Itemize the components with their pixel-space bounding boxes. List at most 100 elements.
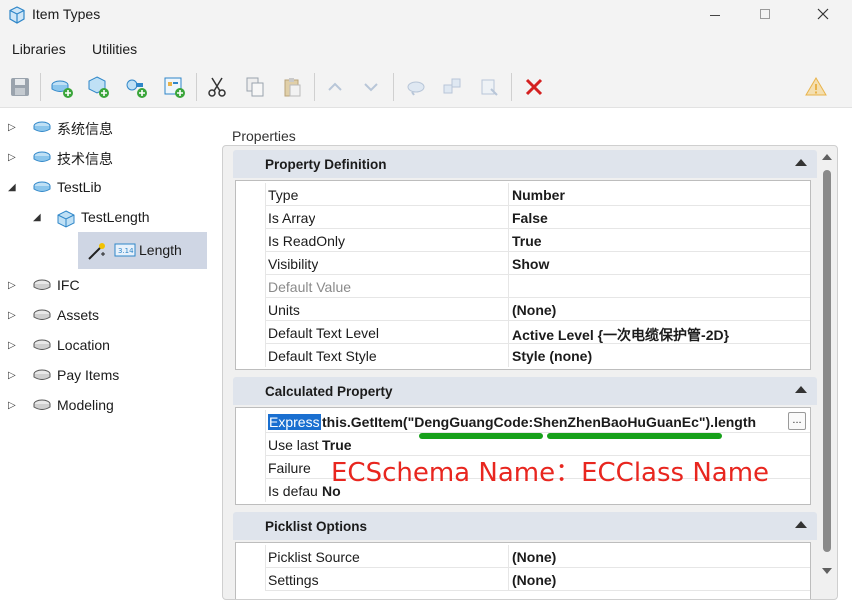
property-name: Express — [268, 414, 321, 430]
property-row[interactable]: Default Text Level Active Level {一次电缆保护管… — [236, 321, 810, 344]
toolbar-separator — [196, 73, 197, 101]
property-value[interactable]: Style (none) — [512, 348, 592, 364]
paste-icon[interactable] — [280, 75, 304, 99]
expand-arrow-icon[interactable]: ▷ — [8, 370, 16, 381]
tree-item-label: IFC — [57, 277, 80, 293]
add-item-type-icon[interactable] — [86, 75, 110, 99]
tree-item-jishu[interactable]: ▷ 技术信息 — [0, 144, 200, 172]
property-value[interactable]: True — [322, 437, 352, 453]
property-value[interactable]: True — [512, 233, 542, 249]
collapse-arrow-icon[interactable]: ◢ — [33, 212, 41, 223]
properties-title: Properties — [232, 128, 296, 144]
library-icon — [32, 150, 52, 169]
section-calculated-property[interactable]: Calculated Property — [233, 377, 817, 405]
property-name: Default Text Level — [268, 325, 380, 341]
tree-item-label: Modeling — [57, 397, 114, 413]
property-row[interactable]: Default Text Style Style (none) — [236, 344, 810, 367]
property-row[interactable]: Is ReadOnly True — [236, 229, 810, 252]
property-row[interactable]: Type Number — [236, 183, 810, 206]
property-value[interactable]: Show — [512, 256, 549, 272]
attach-icon[interactable] — [404, 75, 428, 99]
import-icon[interactable] — [162, 75, 186, 99]
collapse-caret-icon[interactable] — [795, 159, 807, 166]
detach-icon[interactable] — [440, 75, 464, 99]
expression-value[interactable]: this.GetItem("DengGuangCode:ShenZhenBaoH… — [322, 414, 756, 430]
property-row[interactable]: Settings (None) — [236, 568, 810, 591]
save-icon[interactable] — [8, 75, 32, 99]
property-name: Type — [268, 187, 299, 203]
tree-item-xitong[interactable]: ▷ 系统信息 — [0, 114, 200, 142]
property-row[interactable]: Visibility Show — [236, 252, 810, 275]
relate-icon[interactable] — [477, 75, 501, 99]
row-gutter — [236, 344, 266, 367]
tree-item-length[interactable]: 3.14 Length — [78, 236, 207, 264]
property-row[interactable]: Units (None) — [236, 298, 810, 321]
maximize-icon — [760, 9, 770, 19]
property-row[interactable]: Express this.GetItem("DengGuangCode:Shen… — [236, 410, 810, 433]
expand-arrow-icon[interactable]: ▷ — [8, 122, 16, 133]
property-value[interactable]: False — [512, 210, 548, 226]
tree-item-modeling[interactable]: ▷ Modeling — [0, 392, 200, 420]
property-row[interactable]: Is Array False — [236, 206, 810, 229]
tree-item-label: 技术信息 — [57, 151, 113, 167]
move-up-icon[interactable] — [323, 75, 347, 99]
scroll-thumb[interactable] — [823, 170, 831, 552]
scroll-down-arrow-icon[interactable] — [822, 568, 832, 574]
property-value[interactable]: Active Level {一次电缆保护管-2D} — [512, 325, 729, 345]
expand-arrow-icon[interactable]: ▷ — [8, 400, 16, 411]
delete-icon[interactable] — [522, 75, 546, 99]
library-icon — [32, 338, 52, 357]
collapse-caret-icon[interactable] — [795, 521, 807, 528]
add-library-icon[interactable] — [50, 75, 74, 99]
properties-scrollbar[interactable] — [818, 150, 838, 582]
tree-item-assets[interactable]: ▷ Assets — [0, 302, 200, 330]
expand-arrow-icon[interactable]: ▷ — [8, 340, 16, 351]
expand-arrow-icon[interactable]: ▷ — [8, 280, 16, 291]
expand-arrow-icon[interactable]: ▷ — [8, 152, 16, 163]
copy-icon[interactable] — [243, 75, 267, 99]
tree-item-pay-items[interactable]: ▷ Pay Items — [0, 362, 200, 390]
row-gutter — [236, 229, 266, 252]
property-row[interactable]: Picklist Source (None) — [236, 545, 810, 568]
property-icon: 3.14 — [114, 242, 136, 261]
property-value[interactable]: (None) — [512, 549, 556, 565]
picklist-grid: Picklist Source (None) Settings (None) — [235, 542, 811, 599]
section-picklist-options[interactable]: Picklist Options — [233, 512, 817, 540]
row-gutter — [236, 456, 266, 479]
row-gutter — [236, 183, 266, 206]
column-divider — [508, 183, 509, 206]
item-type-icon — [56, 210, 76, 231]
section-property-definition[interactable]: Property Definition — [233, 150, 817, 178]
tree-item-location[interactable]: ▷ Location — [0, 332, 200, 360]
title-bar: Item Types — [0, 0, 852, 31]
expression-edit-button[interactable]: ... — [788, 412, 806, 430]
row-gutter — [236, 545, 266, 568]
tree-item-ifc[interactable]: ▷ IFC — [0, 272, 200, 300]
tree-item-testlength[interactable]: ◢ TestLength — [0, 204, 200, 232]
tree-item-testlib[interactable]: ◢ TestLib — [0, 174, 200, 202]
minimize-button[interactable] — [692, 0, 738, 31]
add-property-icon[interactable] — [124, 75, 148, 99]
property-value[interactable]: (None) — [512, 302, 556, 318]
menu-utilities[interactable]: Utilities — [92, 41, 137, 57]
expand-arrow-icon[interactable]: ▷ — [8, 310, 16, 321]
property-value[interactable]: Number — [512, 187, 565, 203]
item-types-cube-icon — [8, 6, 26, 27]
cut-icon[interactable] — [205, 75, 229, 99]
property-row[interactable]: Default Value — [236, 275, 810, 298]
move-down-icon[interactable] — [359, 75, 383, 99]
column-divider — [508, 321, 509, 344]
property-name: Use last — [268, 437, 319, 453]
scroll-up-arrow-icon[interactable] — [822, 154, 832, 160]
collapse-caret-icon[interactable] — [795, 386, 807, 393]
section-header-label: Property Definition — [265, 157, 387, 172]
collapse-arrow-icon[interactable]: ◢ — [8, 182, 16, 193]
menu-libraries[interactable]: Libraries — [12, 41, 66, 57]
maximize-button[interactable] — [742, 0, 788, 31]
library-icon — [32, 278, 52, 297]
property-value[interactable]: (None) — [512, 572, 556, 588]
close-button[interactable] — [800, 0, 846, 31]
menu-bar: Libraries Utilities — [0, 31, 852, 67]
column-divider — [508, 275, 509, 298]
library-icon — [32, 368, 52, 387]
